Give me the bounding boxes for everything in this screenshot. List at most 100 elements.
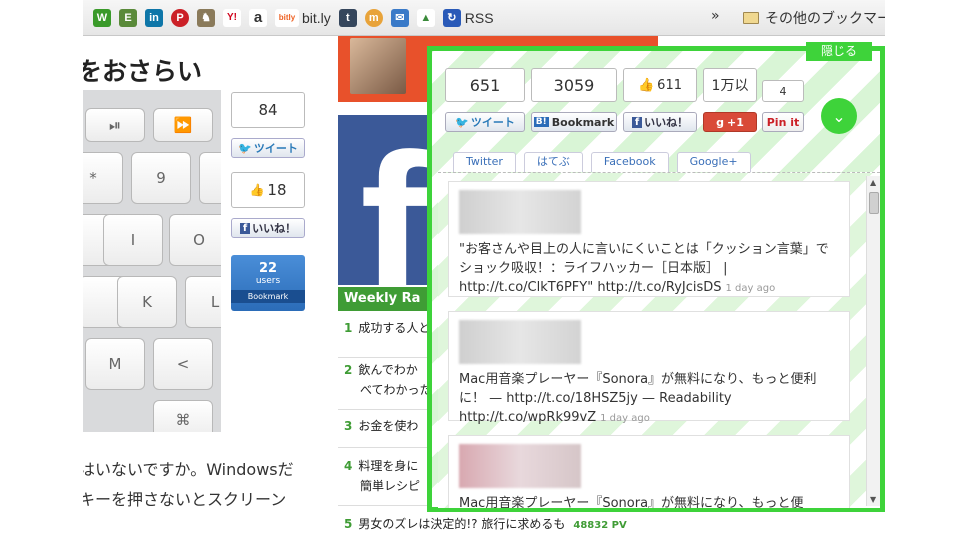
- evernote-icon: E: [119, 8, 137, 27]
- tweet-button[interactable]: 🐦 ツイート: [231, 138, 305, 158]
- keyboard-key: L: [185, 276, 221, 328]
- popup-tweet-count: 651: [445, 68, 525, 102]
- tweet-item[interactable]: Mac用音楽プレーヤー『Sonora』が無料になり、もっと便利に！ — http…: [448, 311, 850, 425]
- bookmark-10[interactable]: ✉: [390, 8, 409, 27]
- thumb-up-icon: 👍: [249, 183, 265, 197]
- bookmark-bitly[interactable]: bitly bit.ly: [275, 8, 331, 27]
- popup-hatena-button[interactable]: B! Bookmark: [531, 112, 617, 132]
- tweet-list[interactable]: "お客さんや目上の人に言いにくいことは「クッション言葉」でショック吸収！：ライフ…: [438, 172, 880, 508]
- bookmark-0[interactable]: W: [93, 8, 111, 27]
- hatena-b-icon: B!: [533, 117, 549, 127]
- scroll-up-icon[interactable]: ▲: [870, 178, 876, 187]
- rank-number: 4: [344, 459, 353, 473]
- facebook-logo-icon: f: [360, 115, 427, 286]
- rank-title: 男女のズレは決定的!? 旅行に求めるも: [358, 517, 566, 531]
- popup-pin-count: 4: [762, 80, 804, 102]
- rank-number: 5: [344, 517, 353, 531]
- google-plus-icon: g: [716, 115, 724, 129]
- tumblr-icon: t: [338, 8, 357, 27]
- pinterest-icon: P: [171, 8, 189, 27]
- popup-like-count-box: 👍 611: [623, 68, 697, 102]
- keyboard-key: [199, 152, 221, 204]
- bookmark-11[interactable]: ▲: [416, 8, 435, 27]
- bookmark-4[interactable]: ♞: [197, 8, 215, 27]
- hatena-users-label: users: [255, 276, 281, 286]
- bookmark-6[interactable]: a: [249, 8, 267, 27]
- facebook-icon: f: [631, 116, 643, 128]
- bookmark-label: bit.ly: [302, 9, 331, 26]
- like-button-label: いいね！: [252, 222, 297, 235]
- mail-icon: ✉: [390, 8, 409, 27]
- hatena-count: 22: [258, 261, 278, 276]
- article-line: はいないですか。Windowsだ: [83, 460, 294, 479]
- other-bookmarks-folder[interactable]: その他のブックマーク: [743, 8, 885, 28]
- hatena-bookmark-widget[interactable]: 22 users Bookmark: [231, 255, 305, 311]
- like-button[interactable]: f いいね！: [231, 218, 305, 238]
- like-count-box: 👍 18: [231, 172, 305, 208]
- bookmark-9[interactable]: m: [364, 8, 383, 27]
- popup-like-label: いいね！: [644, 116, 689, 129]
- twitter-bird-icon: 🐦: [238, 141, 252, 155]
- like-count: 18: [267, 181, 287, 199]
- folder-label: その他のブックマーク: [765, 11, 885, 27]
- bitly-icon: bitly: [275, 8, 299, 27]
- yahoo-icon: Y!: [223, 8, 241, 27]
- popup-pin-button[interactable]: Pin it: [762, 112, 804, 132]
- twitter-bird-icon: 🐦: [455, 115, 469, 129]
- tweet-time: 1 day ago: [725, 283, 776, 294]
- tab-twitter[interactable]: Twitter: [453, 152, 516, 172]
- tweet-time: 1 day ago: [600, 413, 650, 424]
- facebook-icon: f: [239, 222, 251, 234]
- popup-like-count: 611: [657, 77, 682, 93]
- linkedin-icon: in: [145, 8, 163, 27]
- rank-number: 1: [344, 321, 353, 335]
- bookmark-1[interactable]: E: [119, 8, 137, 27]
- keyboard-key: K: [117, 276, 177, 328]
- blurred-user-avatar: [459, 444, 581, 488]
- scroll-down-icon[interactable]: ▼: [870, 495, 876, 504]
- tab-google-plus[interactable]: Google+: [676, 152, 751, 172]
- blurred-user-avatar: [459, 320, 581, 364]
- rank-title-line2: 簡単レシピ: [360, 479, 421, 493]
- popup-google-plus-button[interactable]: g +1: [703, 112, 757, 132]
- tweet-button-label: ツイート: [253, 142, 298, 155]
- tweet-list-scrollbar[interactable]: ▲ ▼: [866, 176, 880, 506]
- rank-title: お金を使わ: [358, 419, 419, 433]
- keyboard-key: *: [83, 152, 123, 204]
- popup-hatena-count: 3059: [531, 68, 617, 102]
- bookmark-2[interactable]: in: [145, 8, 163, 27]
- bookmark-5[interactable]: Y!: [223, 8, 241, 27]
- hide-popup-button[interactable]: 隠じる: [806, 42, 872, 61]
- bookmark-8[interactable]: t: [338, 8, 357, 27]
- rank-title: 成功する人と: [358, 321, 431, 335]
- rank-pageviews: 48832 PV: [573, 520, 627, 531]
- popup-tweet-button[interactable]: 🐦 ツイート: [445, 112, 525, 132]
- popup-like-button[interactable]: f いいね！: [623, 112, 697, 132]
- popup-tabs: Twitter はてぶ Facebook Google+: [453, 152, 759, 172]
- tweet-count: 84: [231, 92, 305, 128]
- expand-chevron-icon[interactable]: ⌄: [821, 98, 857, 134]
- article-line: キーを押さないとスクリーン: [83, 490, 287, 509]
- tab-hatebu[interactable]: はてぶ: [523, 152, 583, 172]
- rank-title: 料理を身に: [358, 459, 419, 473]
- keyboard-key: ⌘: [153, 400, 213, 432]
- keyboard-key: ⏯: [85, 108, 145, 142]
- thumb-up-icon: 👍: [637, 77, 655, 93]
- rank-number: 2: [344, 363, 353, 377]
- tweet-item[interactable]: Mac用音楽プレーヤー『Sonora』が無料になり、もっと便: [448, 435, 850, 508]
- popup-google-label: +1: [727, 115, 744, 129]
- owl-icon: ♞: [197, 8, 215, 27]
- ranking-item[interactable]: 5 男女のズレは決定的!? 旅行に求めるも 48832 PV: [338, 514, 658, 538]
- folder-icon: [743, 12, 759, 24]
- scrollbar-thumb[interactable]: [869, 192, 879, 214]
- bookmarks-bar: W E in P ♞ Y! a bitly bit.ly t m ✉ ▲ ↻ RSS…: [83, 0, 885, 36]
- bookmark-3[interactable]: P: [171, 8, 189, 27]
- more-bookmarks-chevron[interactable]: »: [711, 8, 720, 24]
- amazon-icon: a: [249, 8, 267, 27]
- keyboard-key: M: [85, 338, 145, 390]
- tweet-item[interactable]: "お客さんや目上の人に言いにくいことは「クッション言葉」でショック吸収！：ライフ…: [448, 181, 850, 297]
- bookmark-rss[interactable]: ↻ RSS: [442, 8, 494, 27]
- tab-facebook[interactable]: Facebook: [590, 152, 669, 172]
- browser-screen: W E in P ♞ Y! a bitly bit.ly t m ✉ ▲ ↻ RSS…: [83, 0, 885, 540]
- blurred-user-avatar: [459, 190, 581, 234]
